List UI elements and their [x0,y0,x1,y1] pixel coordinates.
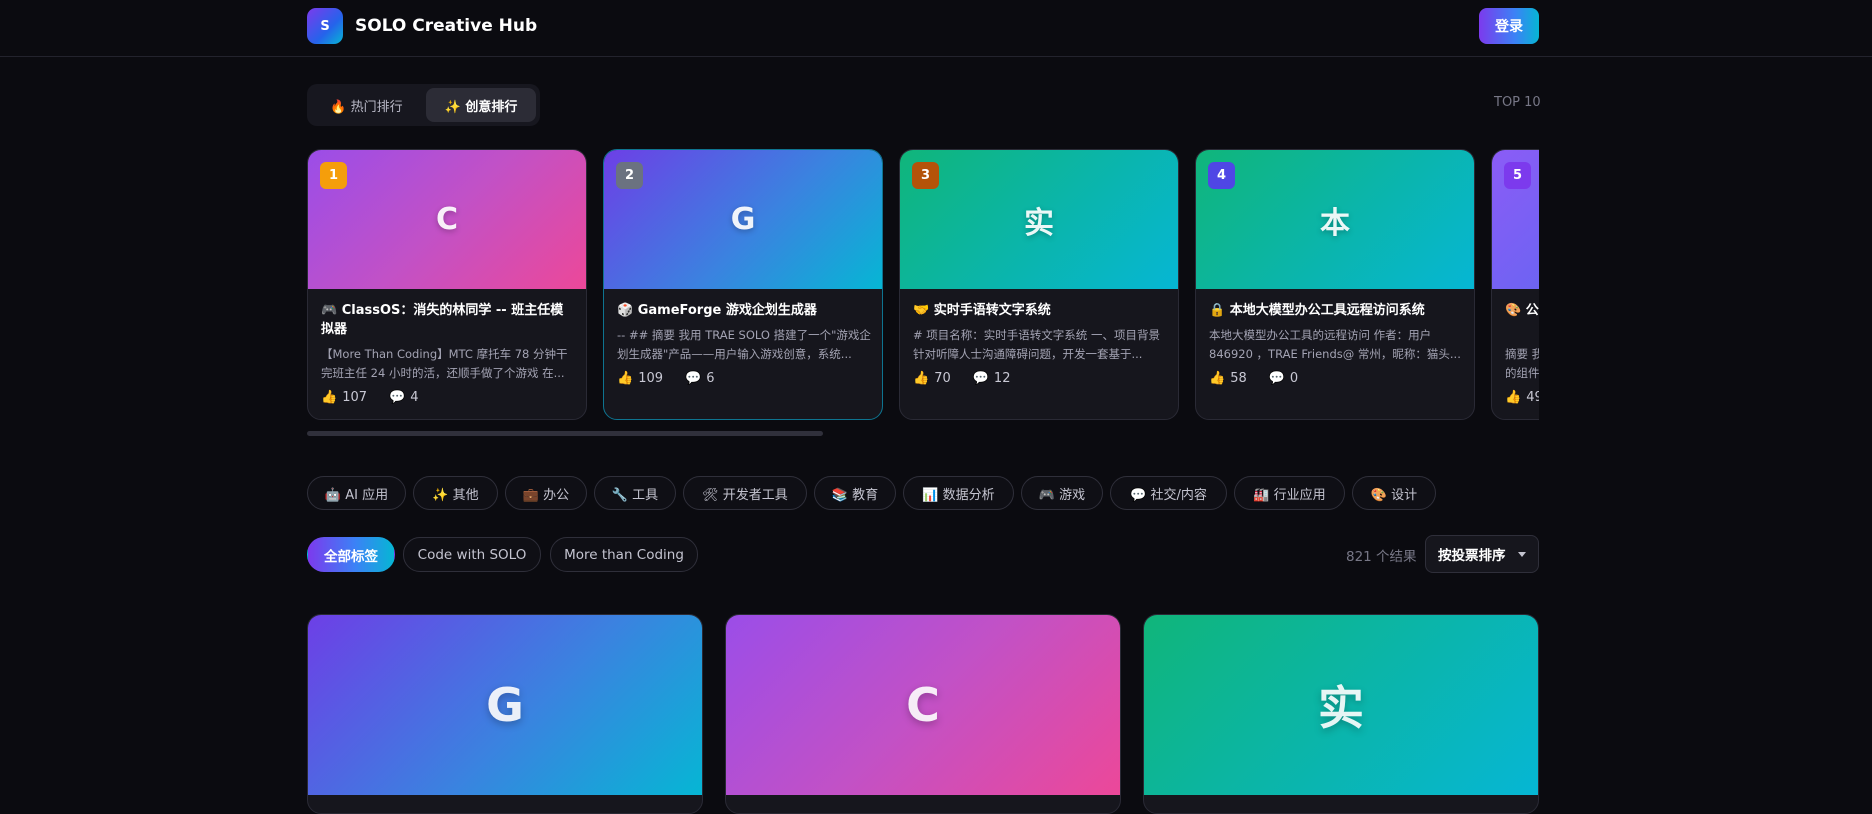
project-card[interactable]: C [725,614,1121,814]
tab-hot-ranking[interactable]: 🔥 热门排行 [311,88,422,122]
card-stats: 👍 70 💬 12 [913,371,1010,386]
comment-icon[interactable]: 💬 [685,371,701,386]
login-button[interactable]: 登录 [1479,8,1539,44]
card-cover: C [308,150,586,289]
category-chip-data-analysis[interactable]: 📊 数据分析 [903,476,1014,510]
tag-more-than-coding[interactable]: More than Coding [550,537,698,572]
comment-count: 0 [1289,371,1299,386]
category-chip-tools[interactable]: 🔧 工具 [594,476,676,510]
result-count: 821 个结果 [1346,549,1417,565]
ranking-card[interactable]: 实 3 🤝 实时手语转文字系统 # 项目名称：实时手语转文字系统 一、项目背景 … [899,149,1179,420]
ranking-card[interactable]: C 1 🎮 ClassOS：消失的林同学 -- 班主任模拟器 【More Tha… [307,149,587,420]
tag-code-with-solo[interactable]: Code with SOLO [403,537,541,572]
card-stats: 👍 58 💬 0 [1209,371,1298,386]
card-description: # 项目名称：实时手语转文字系统 一、项目背景 针对听障人士沟通障碍问题，开发一… [913,328,1160,361]
card-cover: G [308,615,702,795]
comment-icon[interactable]: 💬 [389,390,405,405]
rank-badge: 5 [1504,162,1531,189]
ranking-tab-group: 🔥 热门排行 ✨ 创意排行 [307,84,540,126]
comment-icon[interactable]: 💬 [1269,371,1285,386]
ranking-card[interactable]: 本 4 🔒 本地大模型办公工具远程访问系统 本地大模型办公工具的远程访问 作者：… [1195,149,1475,420]
category-chip-design[interactable]: 🎨 设计 [1352,476,1436,510]
category-chip-social[interactable]: 💬 社交/内容 [1110,476,1227,510]
card-cover: C [726,615,1120,795]
card-title[interactable]: 🔒 本地大模型办公工具远程访问系统 [1209,301,1463,320]
comment-count: 6 [706,371,715,386]
rank-badge: 1 [320,162,347,189]
cover-letter: 本 [1320,205,1350,241]
card-description: 摘要 我用 TRAE SOLO 做了一个可视化、模块化的组件库 [1505,347,1539,380]
card-description: 【More Than Coding】MTC 摩托车 78 分钟干完班主任 24 … [321,347,568,380]
card-stats: 👍 109 💬 6 [617,371,714,386]
ranking-carousel: C 1 🎮 ClassOS：消失的林同学 -- 班主任模拟器 【More Tha… [307,149,1539,421]
like-count: 109 [638,371,664,386]
category-chip-education[interactable]: 📚 教育 [814,476,896,510]
project-card[interactable]: 实 [1143,614,1539,814]
category-chip-ai[interactable]: 🤖 AI 应用 [307,476,406,510]
card-description: 本地大模型办公工具的远程访问 作者：用户846920 ，TRAE Friends… [1209,328,1461,361]
card-title[interactable]: 🎲 GameForge 游戏企划生成器 [617,301,871,320]
card-stats: 👍 49 [1505,390,1539,405]
category-chip-office[interactable]: 💼 办公 [505,476,587,510]
project-card[interactable]: G [307,614,703,814]
card-cover: G [604,150,882,289]
thumbs-up-icon[interactable]: 👍 [617,371,633,386]
card-stats: 👍 107 💬 4 [321,390,418,405]
category-chip-dev-tools[interactable]: 🛠 开发者工具 [683,476,807,510]
top-10-label: TOP 10 [1494,95,1541,110]
rank-badge: 4 [1208,162,1235,189]
cover-letter: 实 [1318,681,1364,735]
sort-label: 按投票排序 [1438,548,1506,564]
card-cover: 本 [1196,150,1474,289]
thumbs-up-icon[interactable]: 👍 [1209,371,1225,386]
brand-title[interactable]: SOLO Creative Hub [355,14,537,38]
card-cover: 实 [900,150,1178,289]
rank-badge: 3 [912,162,939,189]
comment-count: 12 [993,371,1011,386]
card-title[interactable]: 🤝 实时手语转文字系统 [913,301,1167,320]
like-count: 70 [934,371,951,386]
card-cover: 实 [1144,615,1538,795]
tag-all[interactable]: 全部标签 [307,537,395,572]
like-count: 49 [1526,390,1539,405]
logo-mark[interactable]: S [307,8,343,44]
top-header: S SOLO Creative Hub 登录 [0,0,1872,57]
cover-letter: G [730,202,756,237]
comment-count: 4 [410,390,419,405]
ranking-card[interactable]: G 2 🎲 GameForge 游戏企划生成器 -- ## 摘要 我用 TRAE… [603,149,883,420]
cover-letter: 实 [1024,205,1054,241]
ranking-card[interactable]: 5 🎨 公共组件库 摘要 我用 TRAE SOLO 做了一个可视化、模块化的组件… [1491,149,1539,420]
category-chip-industry[interactable]: 🏭 行业应用 [1234,476,1345,510]
comment-icon[interactable]: 💬 [973,371,989,386]
thumbs-up-icon[interactable]: 👍 [321,390,337,405]
sort-dropdown[interactable]: 按投票排序 [1425,535,1539,573]
cover-letter: C [435,202,459,237]
carousel-scrollbar[interactable] [307,431,823,436]
category-chip-games[interactable]: 🎮 游戏 [1021,476,1103,510]
cover-letter: G [486,678,524,732]
tab-creative-ranking[interactable]: ✨ 创意排行 [426,88,536,122]
thumbs-up-icon[interactable]: 👍 [913,371,929,386]
card-description: -- ## 摘要 我用 TRAE SOLO 搭建了一个"游戏企划生成器"产品——… [617,328,871,361]
card-title[interactable]: 🎮 ClassOS：消失的林同学 -- 班主任模拟器 [321,301,575,339]
like-count: 58 [1230,371,1247,386]
category-chip-other[interactable]: ✨ 其他 [413,476,498,510]
rank-badge: 2 [616,162,643,189]
card-title[interactable]: 🎨 公共组件库 [1505,301,1539,320]
chevron-down-icon [1518,552,1526,557]
cover-letter: C [906,678,940,732]
like-count: 107 [342,390,368,405]
thumbs-up-icon[interactable]: 👍 [1505,390,1521,405]
